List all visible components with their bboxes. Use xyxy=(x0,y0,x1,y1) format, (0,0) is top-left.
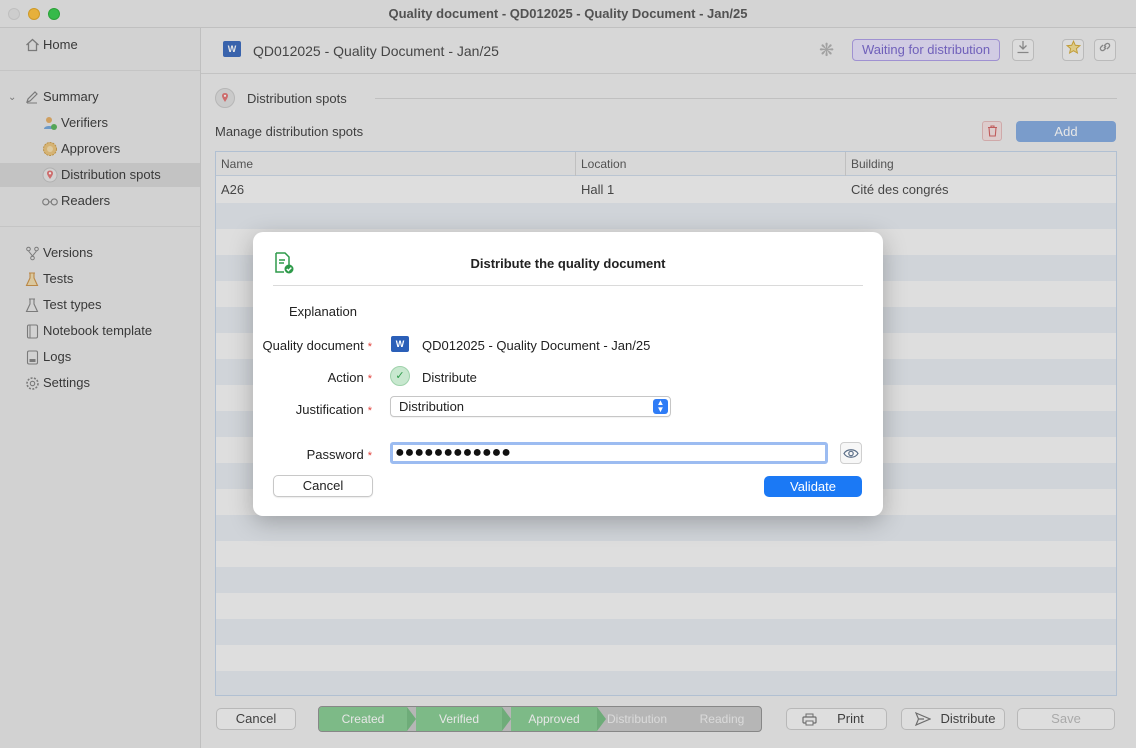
show-password-button[interactable] xyxy=(840,442,862,464)
action-value: Distribute xyxy=(422,370,477,385)
action-label: Action * xyxy=(327,370,372,385)
password-label: Password * xyxy=(306,447,372,462)
eye-icon xyxy=(843,449,859,458)
quality-document-label: Quality document * xyxy=(262,338,372,353)
password-value: ●●●●●●●●●●●● xyxy=(395,444,511,461)
word-icon: W xyxy=(391,336,409,352)
justification-selected-value: Distribution xyxy=(399,399,465,414)
dialog-divider xyxy=(273,285,863,286)
password-field[interactable]: ●●●●●●●●●●●● xyxy=(390,442,828,464)
explanation-label: Explanation xyxy=(289,304,357,319)
dialog-cancel-button[interactable]: Cancel xyxy=(273,475,373,497)
validate-button[interactable]: Validate xyxy=(764,476,862,497)
chevron-up-down-icon: ▲ ▼ xyxy=(653,399,668,414)
justification-select[interactable]: Distribution ▲ ▼ xyxy=(390,396,671,417)
distribute-dialog: Distribute the quality document Explanat… xyxy=(253,232,883,516)
quality-document-value: QD012025 - Quality Document - Jan/25 xyxy=(422,338,651,353)
checkmark-icon: ✓ xyxy=(390,366,410,386)
justification-label: Justification * xyxy=(295,402,372,417)
dialog-title: Distribute the quality document xyxy=(470,256,666,271)
